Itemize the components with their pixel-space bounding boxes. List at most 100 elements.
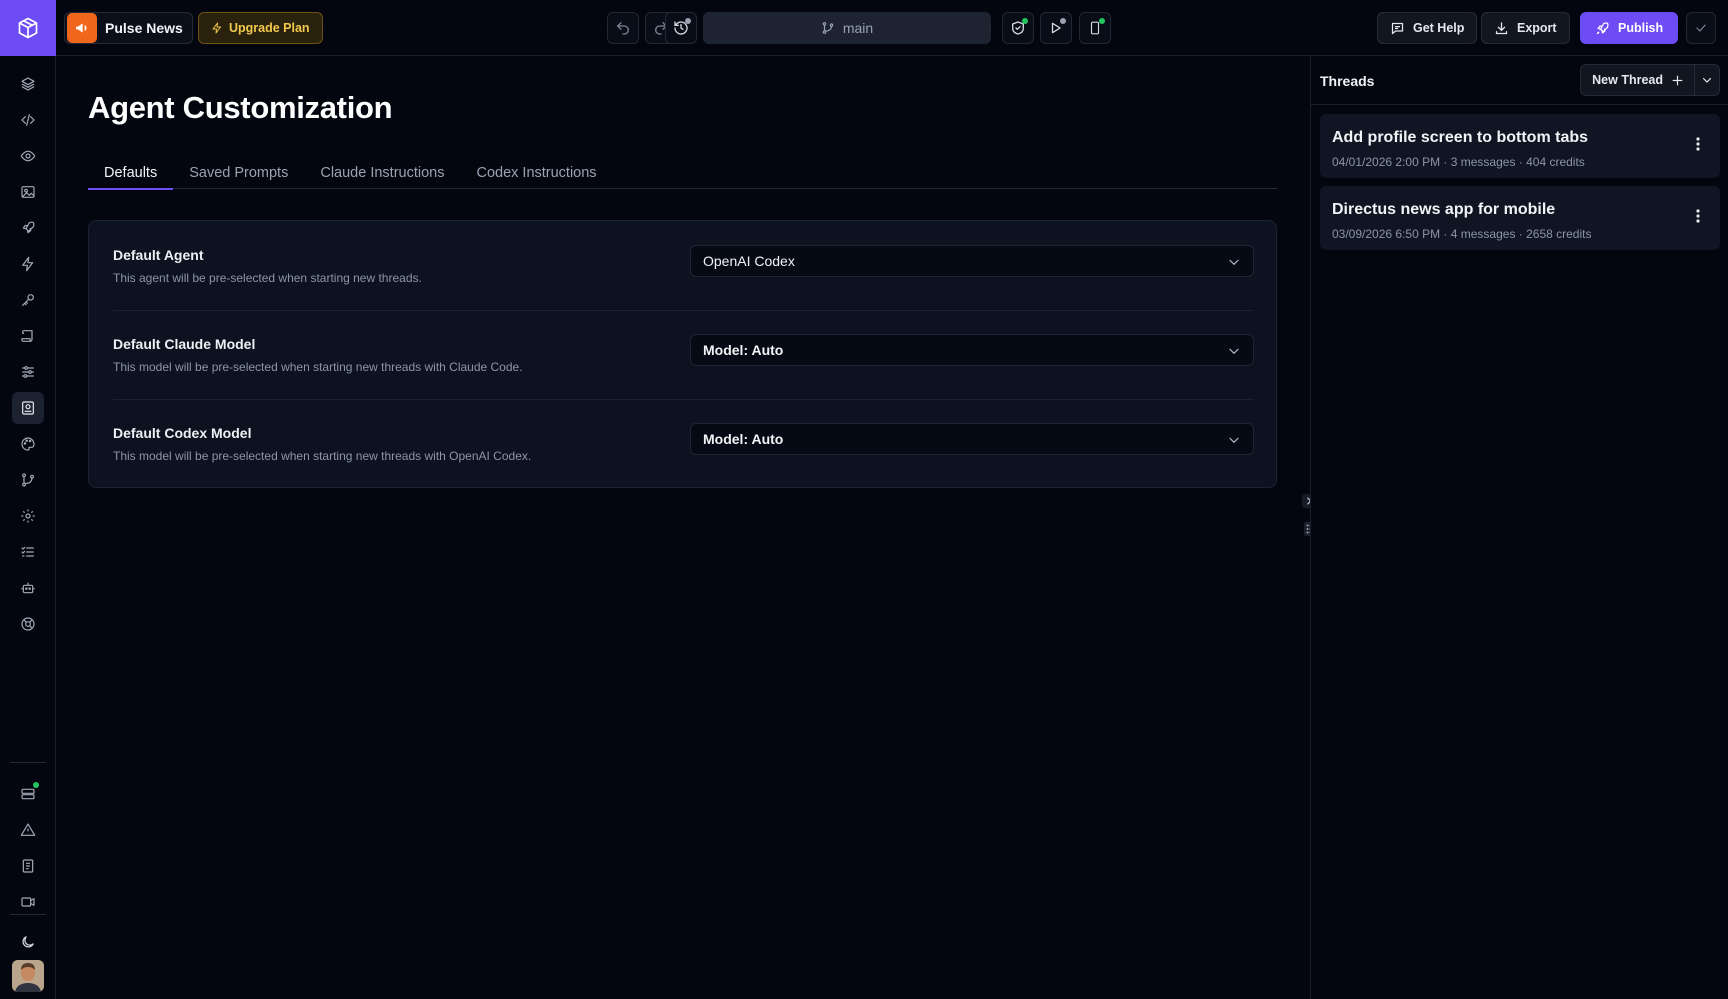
upgrade-plan-button[interactable]: Upgrade Plan [198,12,323,44]
chevron-down-icon [1227,433,1241,447]
sidebar-item-logs[interactable] [12,320,44,352]
security-check-button[interactable] [1002,12,1034,44]
bolt-icon [20,256,36,272]
git-branch-icon [821,21,835,35]
branch-selector[interactable]: main [703,12,991,44]
sidebar-item-layers[interactable] [12,68,44,100]
theme-toggle-button[interactable] [12,926,44,958]
publish-options-button[interactable] [1686,12,1716,44]
export-button[interactable]: Export [1481,12,1570,44]
gear-icon [20,508,36,524]
chevron-down-icon [1227,255,1241,269]
sidebar-item-settings-sliders[interactable] [12,356,44,388]
chevron-down-icon [1701,74,1713,86]
warning-icon [20,822,36,838]
select-value: Model: Auto [703,342,784,358]
tab-defaults[interactable]: Defaults [88,156,174,190]
get-help-button[interactable]: Get Help [1377,12,1478,44]
image-icon [20,184,36,200]
device-preview-button[interactable] [1079,12,1111,44]
moon-icon [20,934,36,950]
sidebar-item-deploy[interactable] [12,212,44,244]
cube-logo-icon[interactable] [0,0,56,56]
project-switcher[interactable]: Pulse News [64,12,193,44]
new-thread-button[interactable]: New Thread [1581,65,1695,95]
sidebar-item-server-status[interactable] [12,778,44,810]
setting-label: Default Claude Model [113,336,256,352]
default-codex-model-select[interactable]: Model: Auto [690,423,1254,455]
branch-name: main [842,20,874,36]
setting-default-claude-model: Default Claude Model This model will be … [113,310,1254,399]
eye-icon [20,148,36,164]
server-status-icon [20,786,36,802]
thread-item[interactable]: Add profile screen to bottom tabs 04/01/… [1320,114,1720,178]
history-button[interactable] [665,12,697,44]
sidebar-item-agent-customization[interactable] [12,392,44,424]
docs-icon [20,858,36,874]
git-branch-icon [20,472,36,488]
thread-title: Add profile screen to bottom tabs [1332,129,1589,146]
tab-claude-instructions[interactable]: Claude Instructions [304,156,460,189]
palette-icon [20,436,36,452]
thread-menu-button[interactable] [1688,204,1708,228]
sidebar-item-theme[interactable] [12,428,44,460]
setting-label: Default Codex Model [113,425,252,441]
sidebar-item-code[interactable] [12,104,44,136]
sidebar-item-docs[interactable] [12,850,44,882]
publish-button[interactable]: Publish [1580,12,1679,44]
security-status-dot [1022,18,1028,24]
main-content: Agent Customization Defaults Saved Promp… [56,56,1310,999]
sidebar-item-tasks[interactable] [12,536,44,568]
setting-description: This model will be pre-selected when sta… [113,360,523,374]
server-status-dot [33,782,39,788]
key-icon [20,292,36,308]
tab-saved-prompts[interactable]: Saved Prompts [173,156,304,189]
sidebar-item-preview[interactable] [12,140,44,172]
layers-icon [20,76,36,92]
publish-label: Publish [1618,21,1664,35]
thread-item[interactable]: Directus news app for mobile 03/09/2026 … [1320,186,1720,250]
download-icon [1494,21,1509,36]
megaphone-icon [67,13,97,43]
top-bar: Pulse News Upgrade Plan main Get Help Ex… [0,0,1728,56]
rocket-icon [20,220,36,236]
avatar[interactable] [12,960,44,992]
setting-description: This agent will be pre-selected when sta… [113,271,422,285]
sidebar-item-settings[interactable] [12,500,44,532]
default-claude-model-select[interactable]: Model: Auto [690,334,1254,366]
sidebar-item-assets[interactable] [12,176,44,208]
thread-title: Directus news app for mobile [1332,201,1556,218]
history-status-dot [685,18,691,24]
sidebar-item-agents[interactable] [12,572,44,604]
more-vertical-icon [1696,209,1700,223]
threads-header: Threads New Thread [1311,56,1728,105]
sidebar-item-support[interactable] [12,608,44,640]
new-thread-group: New Thread [1580,64,1720,96]
checklist-icon [20,544,36,560]
sidebar-item-warnings[interactable] [12,814,44,846]
code-icon [20,112,36,128]
threads-title: Threads [1320,73,1375,89]
rocket-icon [1595,21,1610,36]
get-help-label: Get Help [1413,21,1465,35]
sliders-icon [20,364,36,380]
sidebar-divider-2 [10,914,46,915]
undo-icon [615,20,631,36]
agent-book-icon [20,400,36,416]
default-agent-select[interactable]: OpenAI Codex [690,245,1254,277]
new-thread-options-button[interactable] [1695,65,1719,95]
support-icon [20,616,36,632]
lightning-icon [211,21,223,35]
sidebar-item-actions[interactable] [12,248,44,280]
sidebar-item-git[interactable] [12,464,44,496]
select-value: OpenAI Codex [703,253,795,269]
setting-label: Default Agent [113,247,204,263]
sidebar-item-keys[interactable] [12,284,44,316]
preview-play-button[interactable] [1040,12,1072,44]
undo-button[interactable] [607,12,639,44]
thread-menu-button[interactable] [1688,132,1708,156]
plus-icon [1671,74,1684,87]
tab-codex-instructions[interactable]: Codex Instructions [460,156,612,189]
page-title: Agent Customization [88,90,393,125]
defaults-settings-card: Default Agent This agent will be pre-sel… [88,220,1277,488]
